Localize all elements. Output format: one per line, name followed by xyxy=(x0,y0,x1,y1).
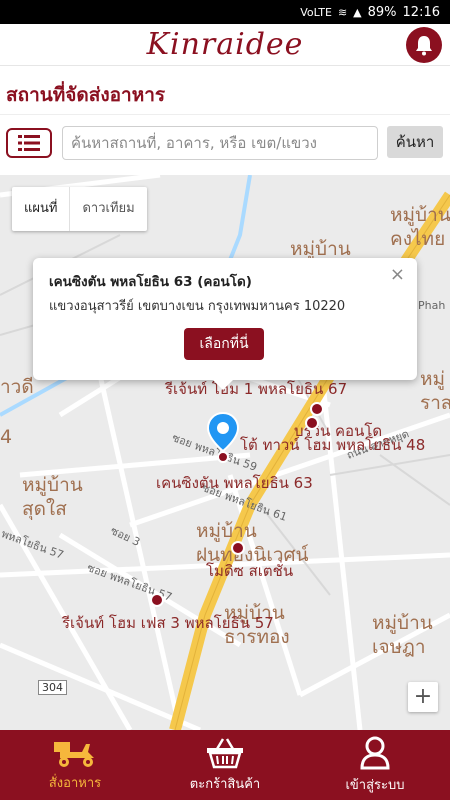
map-type-satellite[interactable]: ดาวเทียม xyxy=(69,187,146,231)
page-title: สถานที่จัดส่งอาหาร xyxy=(6,84,166,106)
area-label: 4 xyxy=(0,426,13,448)
popup-title: เคนซิงตัน พหลโยธิน 63 (คอนโด) xyxy=(49,274,252,290)
area-label: หมู่ ราส xyxy=(420,368,450,414)
map-type-toggle[interactable]: แผนที่ ดาวเทียม xyxy=(12,187,147,231)
bottom-nav: สั่งอาหาร ตะกร้าสินค้า เข้าสู่ระบบ xyxy=(0,730,450,800)
select-location-button[interactable]: เลือกที่นี่ xyxy=(184,328,264,360)
nav-login[interactable]: เข้าสู่ระบบ xyxy=(300,730,450,800)
area-label: หมู่บ้าน สุดใส xyxy=(22,474,83,520)
list-view-button[interactable] xyxy=(6,128,52,158)
nav-label: เข้าสู่ระบบ xyxy=(345,777,405,793)
app-logo: Kinraidee xyxy=(146,27,304,62)
road-label: Phah xyxy=(418,299,446,312)
delivery-scooter-icon xyxy=(54,741,94,767)
area-label: าวดี xyxy=(0,376,34,398)
place-marker[interactable] xyxy=(310,402,324,416)
app-header: Kinraidee xyxy=(0,24,450,66)
close-icon[interactable]: × xyxy=(390,264,405,285)
place-marker[interactable] xyxy=(231,541,245,555)
place-label[interactable]: รีเจ้นท์ โฮม 1 พหลโยธิน 67 xyxy=(165,377,347,401)
route-shield: 304 xyxy=(38,680,67,695)
map-type-map[interactable]: แผนที่ xyxy=(12,187,69,231)
place-marker[interactable] xyxy=(305,416,319,430)
place-label[interactable]: โมดิซ สเตชั่น xyxy=(206,559,293,583)
search-button[interactable]: ค้นหา xyxy=(387,126,443,158)
location-pin-icon[interactable] xyxy=(206,411,240,463)
nav-basket[interactable]: ตะกร้าสินค้า xyxy=(150,730,300,800)
nav-label: สั่งอาหาร xyxy=(48,775,102,791)
popup-address: แขวงอนุสาวรีย์ เขตบางเขน กรุงเทพมหานคร 1… xyxy=(49,299,346,314)
area-label: หมู่บ้าน เจษฎา xyxy=(372,612,433,658)
clock: 12:16 xyxy=(402,4,440,20)
basket-icon xyxy=(207,737,243,768)
signal-icon: ▲ xyxy=(353,5,362,19)
place-label[interactable]: โต้ ทาวน์ โฮม พหลโยธิน 48 xyxy=(240,433,425,457)
area-label: หมู่บ้าน คงไทย xyxy=(390,204,450,250)
notification-button[interactable] xyxy=(406,27,442,63)
zoom-in-button[interactable]: + xyxy=(408,682,438,712)
list-icon xyxy=(18,135,40,151)
divider xyxy=(0,114,450,115)
place-label[interactable]: รีเจ้นท์ โฮม เฟส 3 พหลโยธิน 57 xyxy=(62,611,274,635)
nav-order-food[interactable]: สั่งอาหาร xyxy=(0,730,150,800)
battery-level: 89% xyxy=(367,4,397,20)
location-popup: เคนซิงตัน พหลโยธิน 63 (คอนโด) แขวงอนุสาว… xyxy=(33,258,417,390)
wifi-icon: ≋ xyxy=(337,5,348,19)
place-label[interactable]: เคนซิงตัน พหลโยธิน 63 xyxy=(156,471,313,495)
network-label: VoLTE xyxy=(300,5,332,19)
bell-icon xyxy=(416,36,432,56)
search-input[interactable] xyxy=(62,126,378,160)
place-marker[interactable] xyxy=(150,593,164,607)
nav-label: ตะกร้าสินค้า xyxy=(189,776,261,792)
status-bar: VoLTE ≋ ▲ 89% 12:16 xyxy=(0,0,450,24)
user-icon xyxy=(360,736,390,769)
